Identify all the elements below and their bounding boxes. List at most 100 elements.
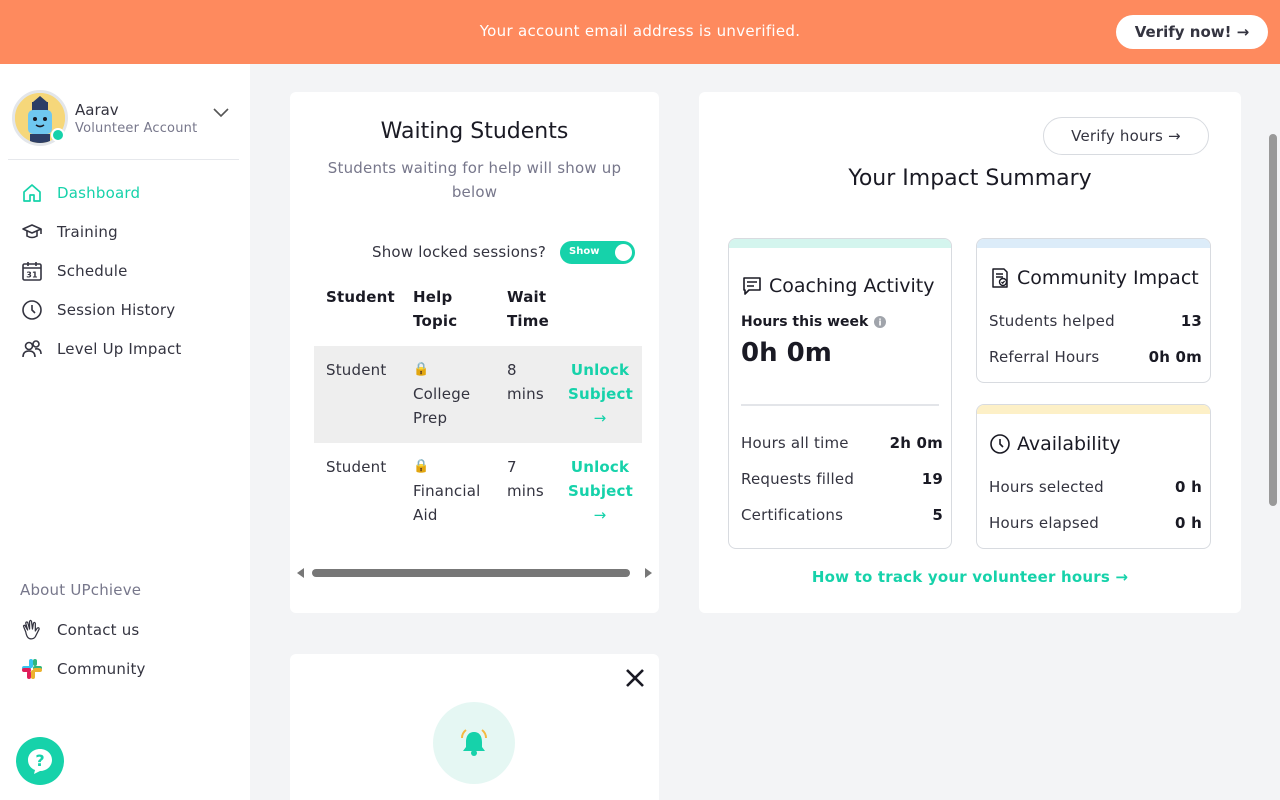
topic-cell: 🔒 Financial Aid [413, 455, 480, 527]
coaching-activity-panel: Coaching Activity Hours this week i 0h 0… [728, 238, 952, 549]
clock-icon [20, 298, 43, 321]
people-icon [20, 337, 43, 360]
student-cell: Student [326, 458, 387, 476]
svg-text:i: i [879, 319, 882, 329]
lock-icon: 🔒 [413, 459, 430, 474]
community-heading: Community Impact [989, 267, 1199, 289]
stat-value: 2h 0m [889, 434, 943, 452]
wait-line2: mins [507, 482, 544, 500]
nav-item-label: Session History [57, 300, 176, 319]
unlock-line1: Unlock [570, 458, 630, 476]
verify-hours-button[interactable]: Verify hours → [1043, 117, 1209, 155]
nav-item-level-up-impact[interactable]: Level Up Impact [20, 337, 182, 360]
chat-icon [743, 277, 761, 295]
nav-item-label: Dashboard [57, 183, 141, 202]
unlock-line2: Subject [568, 482, 633, 500]
horizontal-scroll-thumb[interactable] [312, 569, 630, 577]
online-status-dot [51, 128, 65, 142]
calendar-icon: 31 [20, 259, 43, 282]
waving-hand-icon [20, 618, 43, 641]
header-wait-line1: Wait [507, 288, 547, 306]
stat-label: Referral Hours [989, 348, 1100, 366]
verify-now-button[interactable]: Verify now! → [1116, 15, 1268, 49]
nav-item-label: Contact us [57, 620, 140, 639]
horizontal-scrollbar[interactable] [297, 566, 652, 580]
nav-item-contact-us[interactable]: Contact us [20, 618, 139, 641]
track-volunteer-hours-link[interactable]: How to track your volunteer hours → [699, 568, 1241, 586]
unlock-subject-link[interactable]: Unlock Subject → [568, 455, 633, 527]
unlock-subject-link[interactable]: Unlock Subject → [568, 358, 633, 430]
topic-line2: Prep [413, 409, 448, 427]
clock-icon [990, 434, 1010, 454]
impact-summary-title: Your Impact Summary [848, 166, 1092, 191]
scroll-right-icon[interactable] [644, 568, 652, 578]
coaching-bar [729, 239, 951, 248]
student-cell: Student [326, 361, 387, 379]
show-locked-toggle[interactable]: Show [560, 241, 635, 264]
about-section-label: About UPchieve [20, 581, 142, 599]
stat-value: 19 [921, 470, 943, 488]
wait-cell: 7 mins [507, 455, 544, 503]
bell-icon-badge [433, 702, 515, 784]
scroll-left-icon[interactable] [297, 568, 305, 578]
toggle-text: Show [569, 246, 600, 257]
stat-row: Hours all time 2h 0m [741, 434, 943, 452]
stat-row: Certifications 5 [741, 506, 943, 524]
notification-card [290, 654, 659, 800]
lock-icon: 🔒 [413, 362, 430, 377]
header-wait-line2: Time [507, 312, 549, 330]
stat-row: Referral Hours 0h 0m [989, 348, 1202, 366]
vertical-scrollbar[interactable] [1266, 64, 1280, 800]
table-row[interactable]: Student 🔒 College Prep 8 mins Unlock Sub… [314, 346, 642, 443]
wait-line1: 7 [507, 458, 517, 476]
nav-item-label: Training [57, 222, 118, 241]
availability-bar [977, 405, 1210, 414]
nav-item-schedule[interactable]: 31 Schedule [20, 259, 128, 282]
show-locked-label: Show locked sessions? [372, 243, 547, 261]
unlock-line2: Subject [568, 385, 633, 403]
close-icon[interactable] [625, 668, 645, 688]
chevron-down-icon[interactable] [213, 108, 229, 118]
stat-label: Hours selected [989, 478, 1104, 496]
nav-item-training[interactable]: Training [20, 220, 118, 243]
availability-title: Availability [1017, 433, 1121, 455]
bell-icon [461, 729, 487, 756]
header-student: Student [326, 288, 395, 306]
nav-item-label: Schedule [57, 261, 128, 280]
profile-role: Volunteer Account [75, 121, 198, 136]
waiting-students-title: Waiting Students [380, 119, 569, 144]
profile-name: Aarav [75, 101, 119, 119]
hours-this-week-value: 0h 0m [741, 338, 832, 368]
vertical-scroll-thumb[interactable] [1269, 134, 1277, 506]
document-check-icon [992, 268, 1008, 288]
hours-this-week-text: Hours this week [741, 314, 869, 330]
impact-summary-card: Verify hours → Your Impact Summary Coach… [699, 92, 1241, 613]
topic-cell: 🔒 College Prep [413, 358, 470, 430]
question-chat-icon: ? [28, 749, 52, 774]
nav-item-label: Community [57, 659, 146, 678]
availability-heading: Availability [989, 433, 1121, 455]
nav-item-dashboard[interactable]: Dashboard [20, 181, 140, 204]
stat-label: Hours elapsed [989, 514, 1099, 532]
info-icon[interactable]: i [874, 316, 887, 329]
svg-text:?: ? [35, 751, 44, 770]
nav-item-label: Level Up Impact [57, 339, 182, 358]
unlock-line1: Unlock [570, 361, 630, 379]
waiting-students-card: Waiting Students Students waiting for he… [290, 92, 659, 613]
arrow-right-icon: → [593, 409, 607, 427]
waiting-students-subtitle: Students waiting for help will show up b… [327, 159, 622, 201]
stat-label: Certifications [741, 506, 844, 524]
coaching-heading: Coaching Activity [741, 275, 935, 297]
community-bar [977, 239, 1210, 248]
stat-label: Requests filled [741, 470, 855, 488]
profile-menu[interactable]: Aarav Volunteer Account [8, 64, 239, 160]
banner-message: Your account email address is unverified… [479, 22, 801, 40]
nav-item-community[interactable]: Community [20, 657, 146, 680]
stat-label: Hours all time [741, 434, 849, 452]
home-icon [20, 181, 43, 204]
arrow-right-icon: → [593, 506, 607, 524]
table-row[interactable]: Student 🔒 Financial Aid 7 mins Unlock Su… [314, 443, 642, 540]
help-chat-button[interactable]: ? [16, 737, 64, 785]
wait-line1: 8 [507, 361, 517, 379]
nav-item-session-history[interactable]: Session History [20, 298, 175, 321]
